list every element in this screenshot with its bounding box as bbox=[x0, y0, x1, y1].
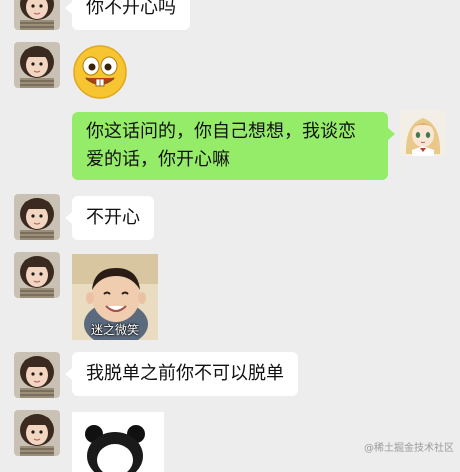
message-text: 我脱单之前你不可以脱单 bbox=[86, 363, 284, 384]
message-bubble-incoming[interactable]: 你不开心吗 bbox=[65, 0, 190, 30]
watermark: @稀土掘金技术社区 bbox=[364, 443, 454, 454]
contact-avatar[interactable] bbox=[14, 252, 60, 298]
user-avatar[interactable] bbox=[400, 110, 446, 156]
message-bubble-incoming[interactable]: 我脱单之前你不可以脱单 bbox=[65, 352, 298, 396]
message-bubble-outgoing[interactable]: 你这话问的，你自己想想，我谈恋 爱的话，你开心嘛 bbox=[72, 112, 395, 180]
message-bubble-incoming[interactable]: 不开心 bbox=[65, 196, 154, 240]
contact-avatar[interactable] bbox=[14, 42, 60, 88]
message-text-line: 爱的话，你开心嘛 bbox=[86, 149, 230, 170]
message-text: 不开心 bbox=[86, 207, 140, 228]
contact-avatar[interactable] bbox=[14, 352, 60, 398]
contact-avatar[interactable] bbox=[14, 194, 60, 240]
image-caption: 迷之微笑 bbox=[90, 323, 139, 337]
grinning-buck-teeth-emoji-icon[interactable] bbox=[72, 44, 128, 104]
image-message[interactable] bbox=[72, 412, 164, 472]
contact-avatar[interactable] bbox=[14, 0, 60, 30]
panda-meme-sticker-icon bbox=[72, 412, 164, 472]
contact-avatar[interactable] bbox=[14, 410, 60, 456]
message-text-line: 你这话问的，你自己想想，我谈恋 bbox=[86, 121, 356, 142]
message-text: 你不开心吗 bbox=[86, 0, 176, 18]
image-message[interactable]: 迷之微笑 bbox=[72, 254, 158, 340]
